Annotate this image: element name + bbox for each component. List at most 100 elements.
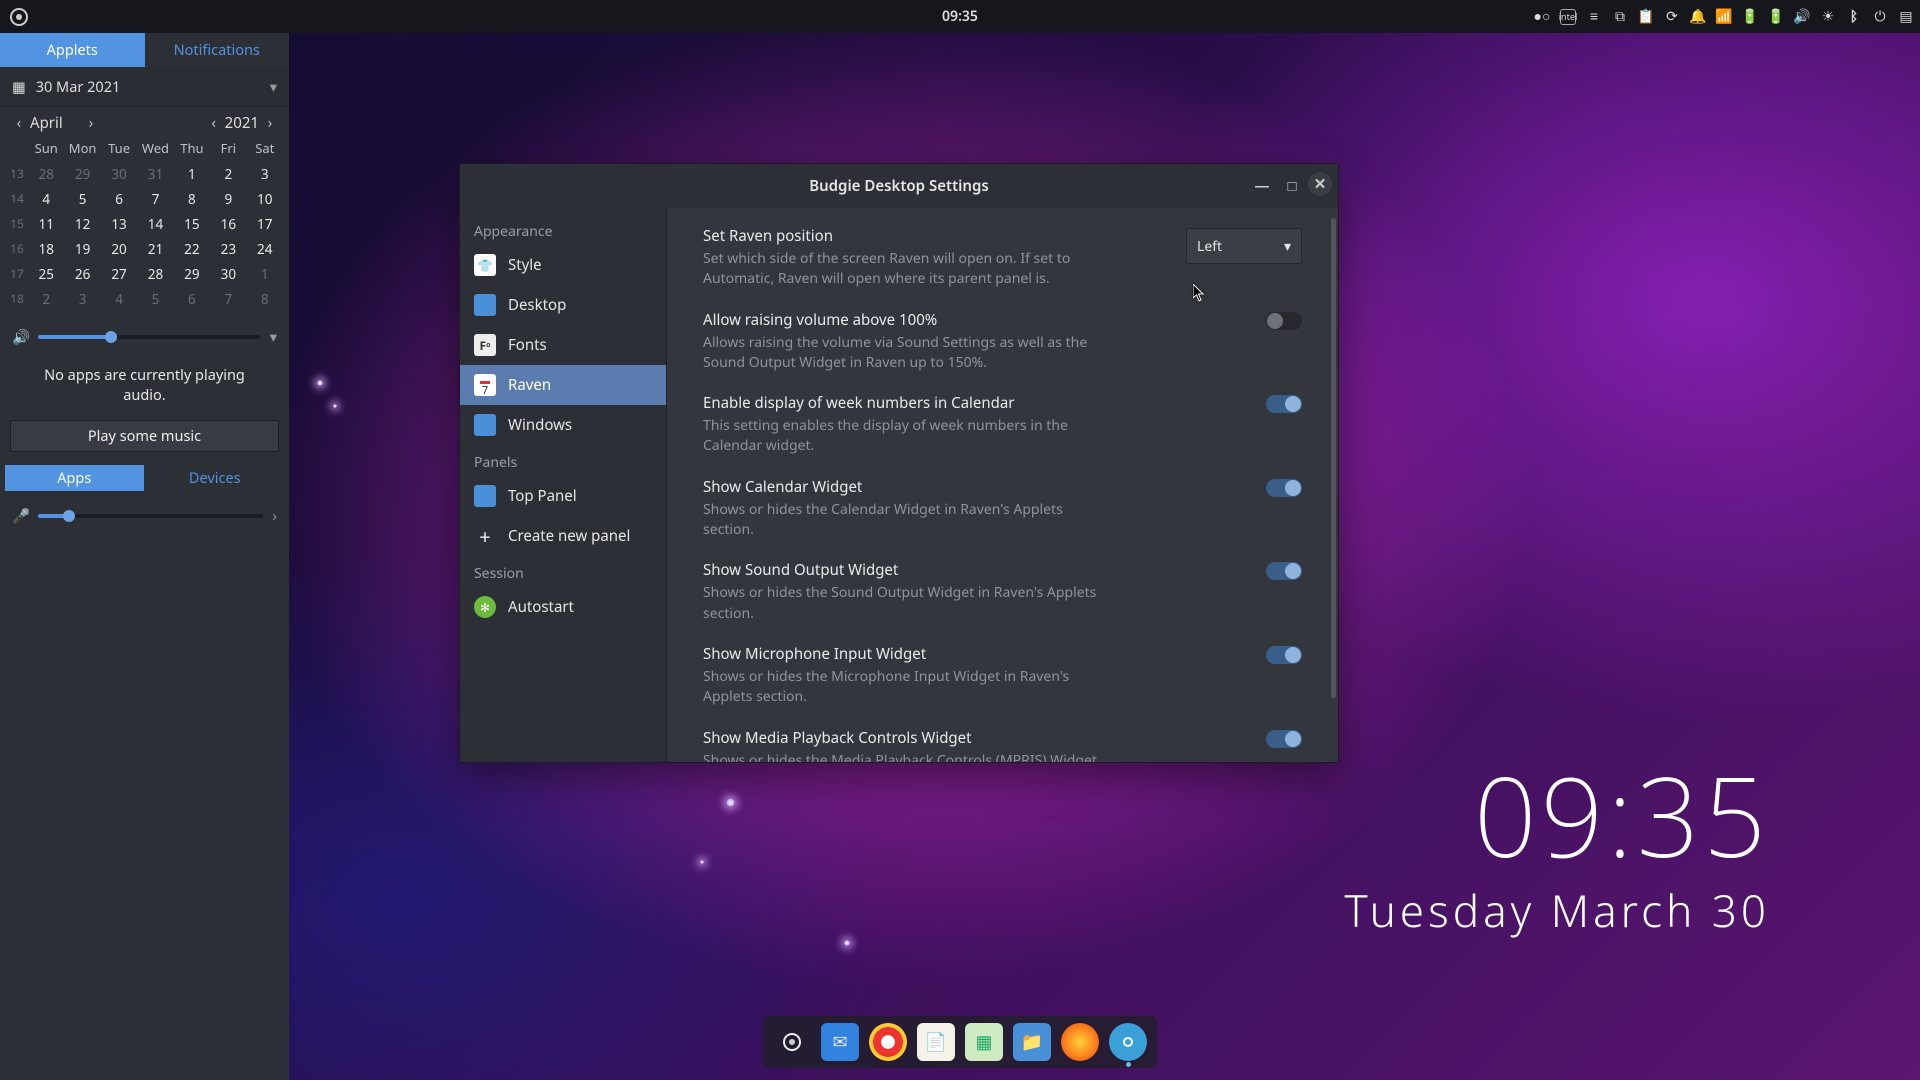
calendar-day[interactable]: 29 — [64, 161, 100, 186]
calendar-day[interactable]: 19 — [64, 236, 100, 261]
calendar-day[interactable]: 3 — [247, 161, 283, 186]
chevron-down-icon[interactable]: ▾ — [270, 327, 277, 347]
next-month-button[interactable]: › — [80, 113, 102, 133]
weeknum-toggle[interactable] — [1266, 395, 1302, 413]
calendar-day[interactable]: 23 — [210, 236, 246, 261]
hamburger-icon[interactable]: ≡ — [1586, 9, 1602, 25]
calendar-day[interactable]: 7 — [137, 186, 173, 211]
close-button[interactable]: ✕ — [1308, 172, 1332, 196]
calendar-day[interactable]: 24 — [247, 236, 283, 261]
power-icon[interactable]: ⏻ — [1872, 9, 1888, 25]
calendar-day[interactable]: 26 — [64, 261, 100, 286]
recording-indicator-icon[interactable]: ●○ — [1534, 9, 1550, 25]
sidebar-item-raven[interactable]: ▬7 Raven — [460, 365, 666, 405]
calendar-day[interactable]: 6 — [101, 186, 137, 211]
calendar-day[interactable]: 21 — [137, 236, 173, 261]
calendar-day[interactable]: 2 — [210, 161, 246, 186]
calendar-day[interactable]: 15 — [174, 211, 210, 236]
calendar-day[interactable]: 4 — [101, 286, 137, 311]
sidebar-item-create-panel[interactable]: + Create new panel — [460, 516, 666, 556]
calendar-day[interactable]: 8 — [247, 286, 283, 311]
calendar-day[interactable]: 28 — [137, 261, 173, 286]
calendar-day[interactable]: 13 — [101, 211, 137, 236]
workspace-icon[interactable]: ⧉ — [1612, 9, 1628, 25]
calendar-day[interactable]: 1 — [174, 161, 210, 186]
calendar-day[interactable]: 28 — [28, 161, 64, 186]
calendar-day[interactable]: 9 — [210, 186, 246, 211]
calendar-day[interactable]: 8 — [174, 186, 210, 211]
calendar-day[interactable]: 6 — [174, 286, 210, 311]
sidebar-item-windows[interactable]: Windows — [460, 405, 666, 445]
mic-toggle[interactable] — [1266, 646, 1302, 664]
dock-text-editor-icon[interactable]: 📄 — [917, 1023, 955, 1061]
dock-mail-icon[interactable]: ✉ — [821, 1023, 859, 1061]
window-titlebar[interactable]: Budgie Desktop Settings — □ ✕ — [460, 164, 1338, 208]
dock-firefox-icon[interactable] — [1061, 1023, 1099, 1061]
calendar-day[interactable]: 5 — [64, 186, 100, 211]
clipboard-icon[interactable]: 📋 — [1638, 9, 1654, 25]
volume-slider[interactable] — [38, 335, 260, 339]
cal-toggle[interactable] — [1266, 479, 1302, 497]
dock-settings-icon[interactable] — [1109, 1023, 1147, 1061]
mic-slider[interactable] — [38, 514, 263, 518]
network-icon[interactable]: 📶 — [1716, 9, 1732, 25]
brightness-icon[interactable]: ☀ — [1820, 9, 1836, 25]
tab-applets[interactable]: Applets — [0, 33, 145, 67]
raven-toggle-icon[interactable]: ▤ — [1898, 9, 1914, 25]
calendar-day[interactable]: 27 — [101, 261, 137, 286]
next-year-button[interactable]: › — [259, 113, 281, 133]
dock-chrome-icon[interactable] — [869, 1023, 907, 1061]
calendar-day[interactable]: 16 — [210, 211, 246, 236]
calendar-day[interactable]: 4 — [28, 186, 64, 211]
calendar-day[interactable]: 2 — [28, 286, 64, 311]
minimize-button[interactable]: — — [1248, 172, 1276, 200]
calendar-day[interactable]: 7 — [210, 286, 246, 311]
calendar-day[interactable]: 25 — [28, 261, 64, 286]
calendar-day[interactable]: 29 — [174, 261, 210, 286]
volume-icon[interactable]: 🔊 — [1794, 9, 1810, 25]
calendar-day[interactable]: 30 — [101, 161, 137, 186]
calendar-day[interactable]: 14 — [137, 211, 173, 236]
battery-icon[interactable]: 🔋 — [1742, 9, 1758, 25]
prev-year-button[interactable]: ‹ — [203, 113, 225, 133]
app-menu-icon[interactable] — [10, 8, 28, 26]
tab-devices[interactable]: Devices — [145, 464, 286, 492]
intel-icon[interactable]: intel — [1560, 9, 1576, 25]
calendar-day[interactable]: 12 — [64, 211, 100, 236]
sidebar-item-top-panel[interactable]: Top Panel — [460, 476, 666, 516]
sidebar-item-fonts[interactable]: Fo Fonts — [460, 325, 666, 365]
content-scrollbar[interactable] — [1331, 218, 1336, 708]
calendar-day[interactable]: 3 — [64, 286, 100, 311]
chevron-right-icon[interactable]: › — [273, 506, 278, 526]
bluetooth-icon[interactable]: ᛒ — [1846, 9, 1862, 25]
bell-icon[interactable]: 🔔 — [1690, 9, 1706, 25]
calendar-day[interactable]: 31 — [137, 161, 173, 186]
media-toggle[interactable] — [1266, 730, 1302, 748]
calendar-day[interactable]: 1 — [247, 261, 283, 286]
sync-icon[interactable]: ⟳ — [1664, 9, 1680, 25]
maximize-button[interactable]: □ — [1278, 172, 1306, 200]
play-music-button[interactable]: Play some music — [10, 420, 279, 452]
calendar-day[interactable]: 10 — [247, 186, 283, 211]
calendar-day[interactable]: 22 — [174, 236, 210, 261]
sidebar-item-autostart[interactable]: ✻ Autostart — [460, 587, 666, 627]
tab-apps[interactable]: Apps — [4, 464, 145, 492]
date-picker-row[interactable]: ▦ 30 Mar 2021 ▾ — [0, 67, 289, 107]
sidebar-item-desktop[interactable]: Desktop — [460, 285, 666, 325]
tab-notifications[interactable]: Notifications — [145, 33, 290, 67]
position-dropdown[interactable]: Left▾ — [1186, 228, 1302, 264]
sound-toggle[interactable] — [1266, 562, 1302, 580]
battery2-icon[interactable]: 🔋 — [1768, 9, 1784, 25]
panel-clock[interactable]: 09:35 — [942, 7, 978, 26]
dock-menu-icon[interactable] — [773, 1023, 811, 1061]
volume-toggle[interactable] — [1266, 312, 1302, 330]
sidebar-item-style[interactable]: 👕 Style — [460, 245, 666, 285]
calendar-day[interactable]: 30 — [210, 261, 246, 286]
calendar-day[interactable]: 11 — [28, 211, 64, 236]
calendar-day[interactable]: 20 — [101, 236, 137, 261]
dock-files-icon[interactable]: 📁 — [1013, 1023, 1051, 1061]
calendar-day[interactable]: 18 — [28, 236, 64, 261]
calendar-day[interactable]: 17 — [247, 211, 283, 236]
calendar-day[interactable]: 5 — [137, 286, 173, 311]
prev-month-button[interactable]: ‹ — [8, 113, 30, 133]
